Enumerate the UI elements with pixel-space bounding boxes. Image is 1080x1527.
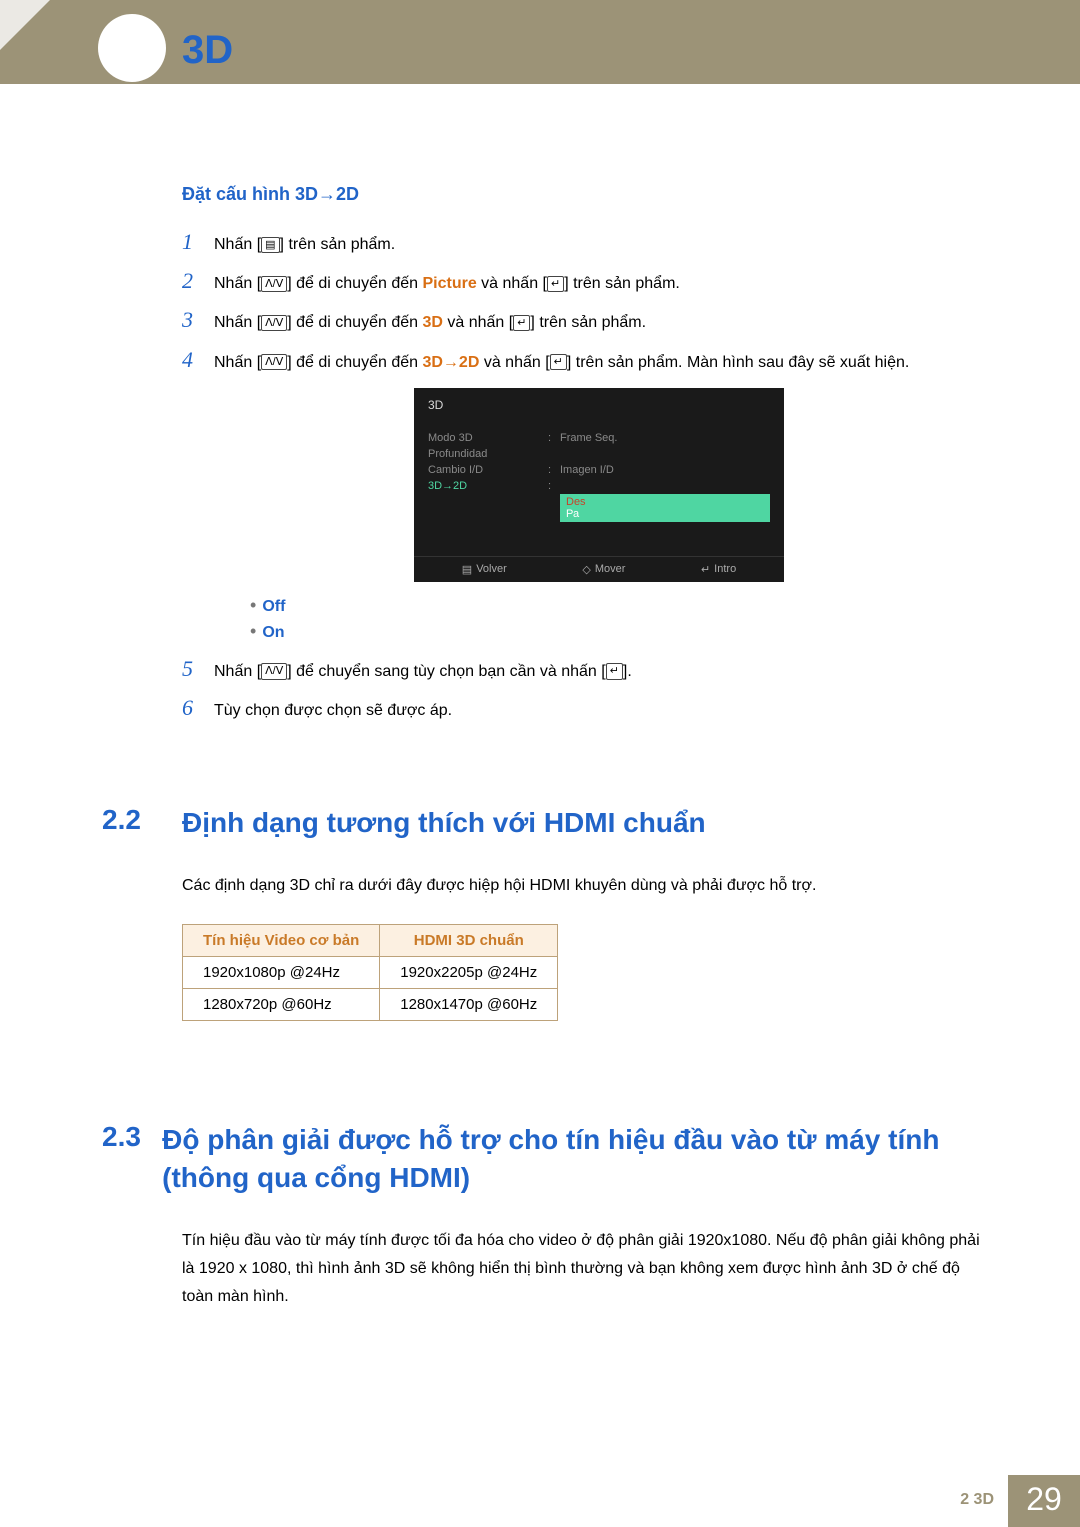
step-text: Nhấn [ᐱ/ᐯ] để di chuyển đến 3D→2D và nhấ… (214, 347, 909, 376)
subsection-heading: Đặt cấu hình 3D→2D (182, 184, 984, 205)
osd-enter: ↵Intro (701, 563, 736, 576)
instruction-steps: 1 Nhấn [▤] trên sản phẩm. 2 Nhấn [ᐱ/ᐯ] đ… (182, 229, 984, 724)
osd-option-off: Des (566, 496, 764, 508)
option-on: On (262, 624, 284, 641)
osd-move: ◇Mover (582, 563, 625, 576)
osd-option-on: Ра (566, 508, 764, 520)
bullet-icon: • (250, 621, 256, 641)
enter-icon: ↵ (513, 315, 530, 331)
table-row: 1280x720p @60Hz 1280x1470p @60Hz (183, 988, 558, 1020)
osd-row-active: 3D→2D: (414, 478, 784, 494)
osd-row: Profundidad (414, 446, 784, 462)
osd-footer: ▤Volver ◇Mover ↵Intro (414, 556, 784, 582)
step-text: Nhấn [▤] trên sản phẩm. (214, 229, 395, 258)
section-heading-2-3: 2.3 Độ phân giải được hỗ trợ cho tín hiệ… (102, 1121, 984, 1197)
menu-icon: ▤ (261, 237, 279, 253)
table-header: HDMI 3D chuẩn (380, 924, 558, 956)
step-text: Nhấn [ᐱ/ᐯ] để di chuyển đến Picture và n… (214, 268, 680, 297)
step-3: 3 Nhấn [ᐱ/ᐯ] để di chuyển đến 3D và nhấn… (182, 307, 984, 336)
step-number: 5 (182, 656, 214, 685)
step-text: Nhấn [ᐱ/ᐯ] để chuyển sang tùy chọn bạn c… (214, 656, 632, 685)
footer-chapter-label: 2 3D (960, 1475, 1008, 1527)
option-off: Off (262, 598, 285, 615)
osd-title: 3D (414, 398, 784, 430)
section-number: 2.3 (102, 1121, 162, 1197)
osd-row: Modo 3D:Frame Seq. (414, 430, 784, 446)
chapter-title: 3D (182, 28, 233, 73)
enter-icon: ↵ (606, 663, 623, 679)
option-list: • Off • On (214, 596, 984, 642)
osd-screenshot: 3D Modo 3D:Frame Seq. Profundidad Cambio… (414, 388, 784, 582)
updown-icon: ᐱ/ᐯ (261, 663, 287, 679)
table-row: 1920x1080p @24Hz 1920x2205p @24Hz (183, 956, 558, 988)
enter-icon: ↵ (550, 354, 567, 370)
step-number: 6 (182, 695, 214, 724)
page-corner-decor (0, 0, 50, 50)
format-table: Tín hiệu Video cơ bản HDMI 3D chuẩn 1920… (182, 924, 558, 1021)
chapter-badge (98, 14, 166, 82)
page-footer: 2 3D 29 (0, 1475, 1080, 1527)
enter-icon: ↵ (547, 276, 564, 292)
section-paragraph: Các định dạng 3D chỉ ra dưới đây được hi… (182, 872, 984, 900)
step-2: 2 Nhấn [ᐱ/ᐯ] để di chuyển đến Picture và… (182, 268, 984, 297)
step-1: 1 Nhấn [▤] trên sản phẩm. (182, 229, 984, 258)
section-title: Độ phân giải được hỗ trợ cho tín hiệu đầ… (162, 1121, 984, 1197)
header-bar: 3D (0, 0, 1080, 84)
section-title: Định dạng tương thích với HDMI chuẩn (182, 804, 706, 842)
page-number: 29 (1008, 1475, 1080, 1527)
step-number: 3 (182, 307, 214, 336)
updown-icon: ᐱ/ᐯ (261, 315, 287, 331)
osd-back: ▤Volver (462, 563, 507, 576)
updown-icon: ᐱ/ᐯ (261, 276, 287, 292)
step-6: 6 Tùy chọn được chọn sẽ được áp. (182, 695, 984, 724)
step-4: 4 Nhấn [ᐱ/ᐯ] để di chuyển đến 3D→2D và n… (182, 347, 984, 376)
step-text: Tùy chọn được chọn sẽ được áp. (214, 695, 452, 724)
osd-dropdown: Des Ра (560, 494, 770, 522)
step-number: 4 (182, 347, 214, 376)
step-text: Nhấn [ᐱ/ᐯ] để di chuyển đến 3D và nhấn [… (214, 307, 646, 336)
bullet-icon: • (250, 595, 256, 615)
step-number: 1 (182, 229, 214, 258)
osd-row: Cambio I/D:Imagen I/D (414, 462, 784, 478)
section-number: 2.2 (102, 804, 182, 842)
step-number: 2 (182, 268, 214, 297)
section-paragraph: Tín hiệu đầu vào từ máy tính được tối đa… (182, 1227, 984, 1311)
step-5: 5 Nhấn [ᐱ/ᐯ] để chuyển sang tùy chọn bạn… (182, 656, 984, 685)
section-heading-2-2: 2.2 Định dạng tương thích với HDMI chuẩn (102, 804, 984, 842)
table-header: Tín hiệu Video cơ bản (183, 924, 380, 956)
updown-icon: ᐱ/ᐯ (261, 354, 287, 370)
